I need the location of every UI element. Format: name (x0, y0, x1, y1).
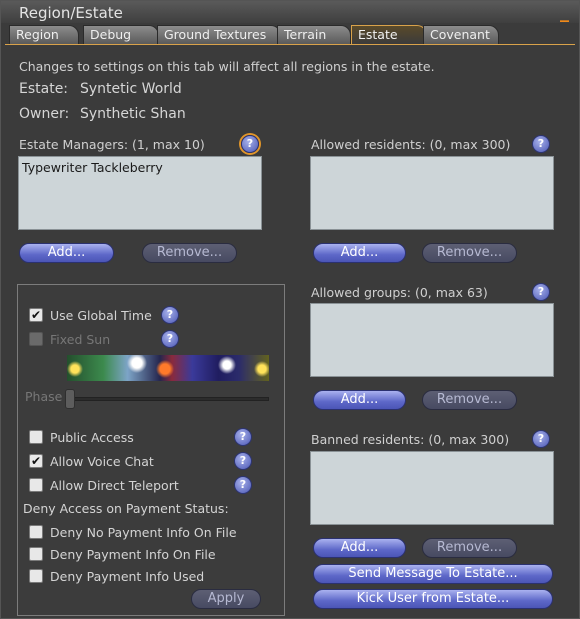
tab-terrain[interactable]: Terrain (277, 25, 351, 44)
send-message-to-estate-button[interactable]: Send Message To Estate... (313, 564, 553, 584)
estate-name: Syntetic World (80, 81, 182, 97)
help-icon[interactable]: ? (532, 283, 550, 301)
tab-debug[interactable]: Debug (83, 25, 159, 44)
tab-estate[interactable]: Estate (351, 25, 427, 44)
banned-residents-remove-button[interactable]: Remove... (422, 538, 517, 558)
help-icon[interactable]: ? (532, 135, 550, 153)
public-access-checkbox[interactable] (29, 430, 43, 444)
allowed-residents-remove-button[interactable]: Remove... (422, 243, 517, 263)
banned-residents-label: Banned residents: (0, max 300) (311, 432, 510, 447)
title-bar[interactable]: Region/Estate _ (1, 1, 579, 23)
allowed-groups-list[interactable] (310, 303, 554, 377)
help-icon[interactable]: ? (234, 428, 252, 446)
list-item[interactable]: Typewriter Tackleberry (22, 160, 258, 175)
allowed-groups-add-button[interactable]: Add... (313, 390, 406, 410)
deny-payment-on-file-checkbox[interactable] (29, 547, 43, 561)
tab-bar: Region Debug Ground Textures Terrain Est… (9, 25, 579, 45)
allowed-residents-label: Allowed residents: (0, max 300) (311, 137, 511, 152)
deny-no-payment-info-label: Deny No Payment Info On File (50, 525, 237, 540)
phase-slider-handle[interactable] (65, 389, 75, 409)
allow-voice-chat-label: Allow Voice Chat (50, 454, 154, 469)
help-icon[interactable]: ? (161, 306, 179, 324)
banned-residents-add-button[interactable]: Add... (313, 538, 406, 558)
deny-payment-on-file-label: Deny Payment Info On File (50, 547, 216, 562)
tab-underline (5, 44, 575, 45)
phase-slider-track[interactable] (67, 397, 269, 401)
allow-voice-chat-checkbox[interactable]: ✔ (29, 454, 43, 468)
public-access-label: Public Access (50, 430, 134, 445)
sun-position-sky-preview (67, 355, 269, 381)
window-title: Region/Estate (19, 4, 123, 22)
tab-region[interactable]: Region (9, 25, 79, 44)
estate-notice: Changes to settings on this tab will aff… (19, 59, 435, 74)
allowed-groups-label: Allowed groups: (0, max 63) (311, 285, 488, 300)
estate-managers-label: Estate Managers: (1, max 10) (19, 137, 205, 152)
owner-name: Synthetic Shan (80, 106, 186, 122)
phase-label: Phase (25, 389, 63, 404)
estate-managers-list[interactable]: Typewriter Tackleberry (18, 156, 262, 230)
allowed-residents-list[interactable] (310, 156, 554, 230)
banned-residents-list[interactable] (310, 451, 554, 525)
help-icon[interactable]: ? (161, 330, 179, 348)
tab-covenant[interactable]: Covenant (423, 25, 499, 44)
deny-access-heading: Deny Access on Payment Status: (23, 501, 229, 516)
allowed-residents-add-button[interactable]: Add... (313, 243, 406, 263)
estate-label: Estate: (19, 81, 69, 97)
deny-payment-used-checkbox[interactable] (29, 569, 43, 583)
use-global-time-checkbox[interactable]: ✔ (29, 308, 43, 322)
owner-label: Owner: (19, 106, 70, 122)
managers-remove-button[interactable]: Remove... (142, 243, 237, 263)
managers-add-button[interactable]: Add... (19, 243, 114, 263)
allowed-groups-remove-button[interactable]: Remove... (422, 390, 517, 410)
fixed-sun-checkbox (29, 332, 43, 346)
allow-direct-teleport-checkbox[interactable] (29, 478, 43, 492)
deny-no-payment-info-checkbox[interactable] (29, 525, 43, 539)
deny-payment-used-label: Deny Payment Info Used (50, 569, 205, 584)
minimize-icon[interactable]: _ (560, 2, 569, 23)
help-icon[interactable]: ? (241, 135, 259, 153)
tab-ground-textures[interactable]: Ground Textures (157, 25, 281, 44)
fixed-sun-label: Fixed Sun (50, 332, 111, 347)
help-icon[interactable]: ? (234, 452, 252, 470)
use-global-time-label: Use Global Time (50, 308, 152, 323)
help-icon[interactable]: ? (234, 476, 252, 494)
help-icon[interactable]: ? (532, 430, 550, 448)
apply-button[interactable]: Apply (191, 589, 261, 609)
kick-user-from-estate-button[interactable]: Kick User from Estate... (313, 589, 553, 609)
region-estate-window: Region/Estate _ Region Debug Ground Text… (0, 0, 580, 619)
allow-direct-teleport-label: Allow Direct Teleport (50, 478, 179, 493)
